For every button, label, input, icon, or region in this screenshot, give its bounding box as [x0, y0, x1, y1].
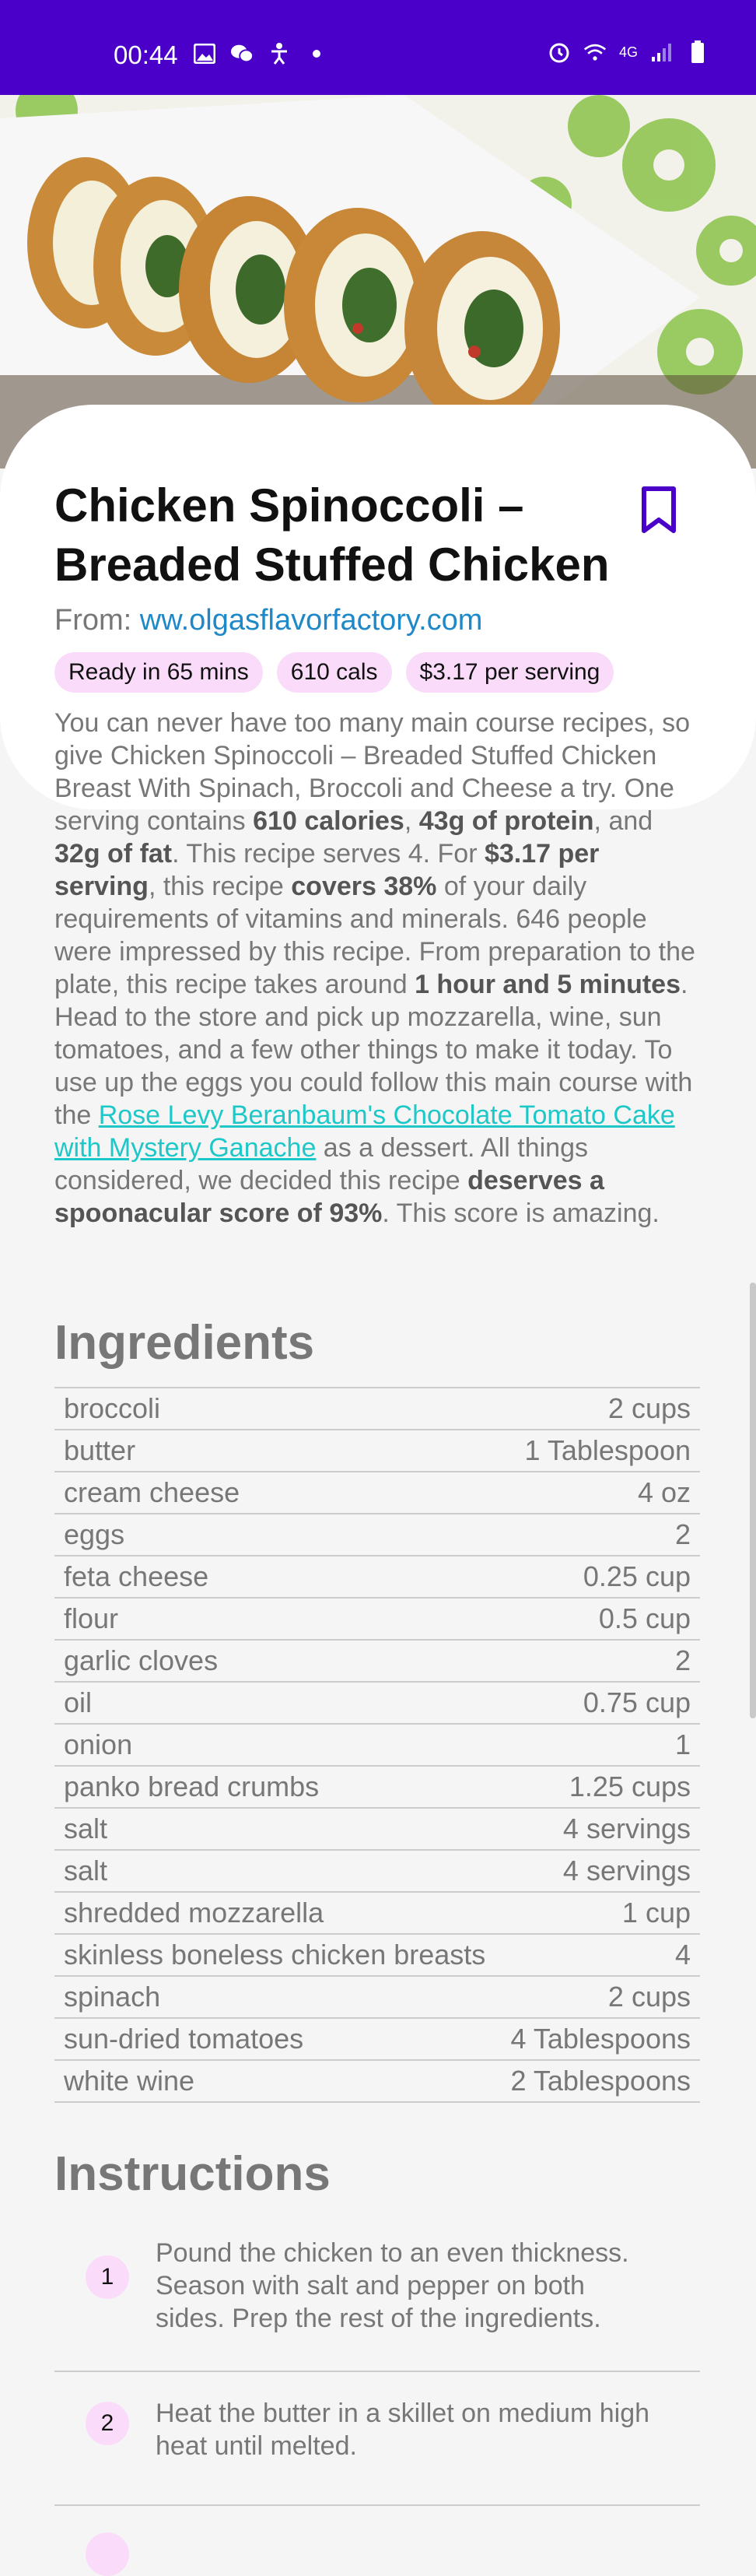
ingredients-table: broccoli 2 cups butter 1 Tablespoon cream ch… — [54, 1387, 700, 2103]
ingredient-amount: 4 — [674, 1939, 691, 1971]
ingredient-amount: 0.5 cup — [598, 1602, 691, 1634]
dot-icon — [305, 42, 328, 65]
ingredient-amount: 4 Tablespoons — [510, 2023, 691, 2055]
accessibility-icon — [268, 42, 291, 65]
ingredient-name: salt — [64, 1813, 108, 1844]
ready-time-chip: Ready in 65 mins — [54, 652, 263, 693]
instruction-step — [54, 2504, 700, 2576]
step-text: Pound the chicken to an even thickness. … — [156, 2238, 629, 2333]
ingredient-amount: 1 cup — [621, 1897, 691, 1928]
ingredient-name: butter — [64, 1434, 136, 1466]
step-number — [86, 2532, 129, 2576]
ingredient-row: spinach 2 cups — [54, 1977, 700, 2019]
calories-chip: 610 cals — [276, 652, 392, 693]
ingredient-amount: 2 cups — [607, 1981, 691, 2013]
recipe-chips: Ready in 65 mins 610 cals $3.17 per serv… — [54, 652, 614, 693]
ingredient-name: panko bread crumbs — [64, 1771, 320, 1802]
ingredient-row: flour 0.5 cup — [54, 1599, 700, 1641]
alarm-icon — [548, 40, 571, 64]
ingredient-name: eggs — [64, 1518, 125, 1550]
ingredient-amount: 2 Tablespoons — [510, 2065, 691, 2097]
ingredient-name: onion — [64, 1728, 133, 1760]
step-number: 2 — [86, 2402, 129, 2445]
ingredient-row: butter 1 Tablespoon — [54, 1430, 700, 1472]
step-number: 1 — [86, 2255, 129, 2299]
ingredient-row: sun-dried tomatoes 4 Tablespoons — [54, 2019, 700, 2061]
bookmark-icon[interactable] — [638, 486, 680, 535]
instruction-step: 1 Pound the chicken to an even thickness… — [54, 2226, 700, 2372]
recipe-summary: You can never have too many main course … — [54, 708, 695, 1228]
ingredient-name: salt — [64, 1855, 108, 1886]
ingredient-name: skinless boneless chicken breasts — [64, 1939, 486, 1971]
price-chip: $3.17 per serving — [405, 652, 614, 693]
ingredient-row: cream cheese 4 oz — [54, 1472, 700, 1514]
battery-icon — [686, 40, 709, 64]
instruction-step: 2 Heat the butter in a skillet on medium… — [54, 2371, 700, 2506]
ingredient-amount: 1.25 cups — [569, 1771, 691, 1802]
recipe-source: From: ww.olgasflavorfactory.com — [54, 604, 482, 637]
ingredient-name: cream cheese — [64, 1476, 240, 1508]
ingredient-amount: 2 — [674, 1518, 691, 1550]
ingredient-name: garlic cloves — [64, 1644, 219, 1676]
ingredient-name: spinach — [64, 1981, 161, 2013]
scrollbar[interactable] — [750, 1283, 756, 1718]
ingredient-name: flour — [64, 1602, 119, 1634]
ingredient-name: broccoli — [64, 1392, 161, 1424]
ingredient-name: sun-dried tomatoes — [64, 2023, 304, 2055]
ingredients-heading: Ingredients — [54, 1316, 315, 1370]
from-label: From: — [54, 604, 140, 637]
ingredient-amount: 2 — [674, 1644, 691, 1676]
ingredient-row: white wine 2 Tablespoons — [54, 2061, 700, 2103]
wechat-icon — [230, 42, 254, 65]
status-time: 00:44 — [114, 40, 178, 69]
recipe-title: Chicken Spinoccoli – Breaded Stuffed Chi… — [54, 479, 610, 591]
ingredient-row: oil 0.75 cup — [54, 1683, 700, 1725]
network-type: 4G — [618, 44, 638, 60]
ingredient-amount: 1 Tablespoon — [524, 1434, 691, 1466]
signal-icon — [650, 40, 674, 64]
ingredient-row: eggs 2 — [54, 1514, 700, 1556]
ingredient-name: shredded mozzarella — [64, 1897, 324, 1928]
ingredient-name: feta cheese — [64, 1560, 209, 1592]
step-text: Heat the butter in a skillet on medium h… — [156, 2399, 650, 2461]
ingredient-row: salt 4 servings — [54, 1809, 700, 1851]
status-bar: 00:44 4G — [0, 0, 756, 95]
ingredient-name: oil — [64, 1686, 93, 1718]
ingredient-amount: 1 — [674, 1728, 691, 1760]
ingredient-amount: 4 servings — [562, 1855, 691, 1886]
ingredient-row: shredded mozzarella 1 cup — [54, 1893, 700, 1935]
ingredient-amount: 4 oz — [637, 1476, 691, 1508]
source-link[interactable]: ww.olgasflavorfactory.com — [140, 604, 483, 637]
ingredient-name: white wine — [64, 2065, 195, 2097]
ingredient-row: garlic cloves 2 — [54, 1641, 700, 1683]
ingredient-amount: 2 cups — [607, 1392, 691, 1424]
ingredient-row: salt 4 servings — [54, 1851, 700, 1893]
ingredient-row: skinless boneless chicken breasts 4 — [54, 1935, 700, 1977]
ingredient-row: feta cheese 0.25 cup — [54, 1556, 700, 1599]
ingredient-row: onion 1 — [54, 1725, 700, 1767]
ingredient-amount: 4 servings — [562, 1813, 691, 1844]
wifi-icon — [583, 40, 607, 64]
gallery-icon — [193, 42, 216, 65]
ingredient-amount: 0.75 cup — [583, 1686, 691, 1718]
ingredient-amount: 0.25 cup — [583, 1560, 691, 1592]
ingredient-row: broccoli 2 cups — [54, 1388, 700, 1430]
instructions-heading: Instructions — [54, 2147, 331, 2201]
ingredient-row: panko bread crumbs 1.25 cups — [54, 1767, 700, 1809]
